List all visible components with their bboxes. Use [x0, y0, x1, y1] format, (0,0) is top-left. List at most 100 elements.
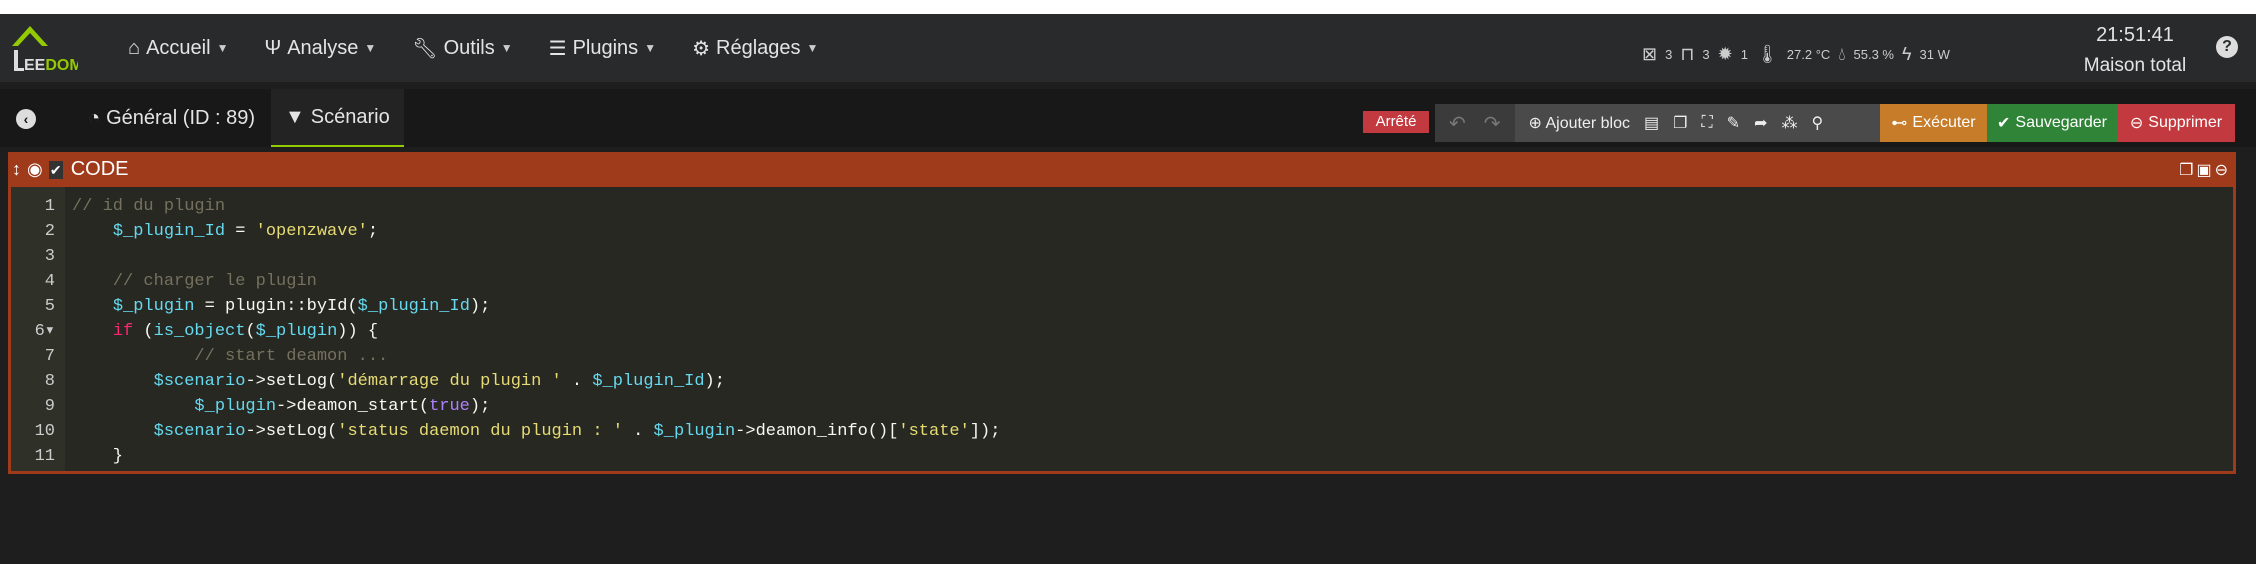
code-token: 'openzwave': [255, 222, 368, 241]
wrench-icon: 🔧︎: [412, 37, 438, 60]
paste-block-icon[interactable]: ▣: [2196, 160, 2211, 180]
code-token: (: [245, 322, 256, 341]
code-line: $scenario->setLog('démarrage du plugin '…: [72, 369, 1000, 394]
code-token: // charger le plugin: [112, 272, 317, 291]
minus-circle-icon: ⊖: [2129, 115, 2144, 132]
code-token: ->deamon_info()[: [735, 422, 899, 441]
code-token: $_plugin_Id: [592, 372, 705, 391]
code-token: }: [72, 447, 124, 466]
redo-icon[interactable]: ↷: [1484, 111, 1501, 136]
code-token: $scenario: [153, 422, 246, 441]
line-number: 11: [34, 447, 55, 466]
navbar: EEDOM ⌂ Accueil ▼ Ψ Analyse ▼ 🔧︎ Outils ▼ ☰ Plu…: [0, 14, 2256, 82]
code-lines: // id du plugin $_plugin_Id = 'openzwave…: [65, 187, 1000, 471]
cubes-icon[interactable]: ⁂: [1781, 113, 1797, 133]
line-number: 8: [44, 372, 55, 391]
code-line: // start deamon ...: [72, 344, 1000, 369]
share-icon[interactable]: ➦: [1754, 113, 1767, 133]
code-token: ;: [367, 222, 379, 241]
code-line: $_plugin->deamon_start(true);: [72, 394, 1000, 419]
edit-icon[interactable]: ✎: [1727, 113, 1740, 133]
code-token: if: [112, 322, 134, 341]
line-number: 4: [44, 272, 55, 291]
code-token: = plugin::byId(: [194, 297, 358, 316]
code-line: $_plugin = plugin::byId($_plugin_Id);: [72, 294, 1000, 319]
caret-down-icon: ▼: [644, 41, 657, 55]
remove-block-icon[interactable]: ⊖: [2215, 160, 2228, 180]
jeedom-logo[interactable]: EEDOM: [8, 20, 83, 76]
back-arrow-icon[interactable]: ‹: [16, 109, 36, 129]
line-number: 10: [34, 422, 55, 441]
copy-block-icon[interactable]: ❐: [2179, 160, 2193, 180]
code-line: $scenario->setLog('status daemon du plug…: [72, 419, 1001, 444]
code-token: // id du plugin: [72, 197, 226, 216]
code-token: ->deamon_start(: [276, 397, 430, 416]
code-token: $_plugin: [653, 422, 736, 441]
tab-scenario[interactable]: ▼ Scénario: [271, 89, 404, 147]
code-token: // start deamon ...: [194, 347, 389, 366]
line-number: 9: [44, 397, 55, 416]
status-summary[interactable]: ⊠ 3 ⊓ 3 ✹ 1 🌡︎ 27.2 °C 💧︎ 55.3 % ϟ 31 W: [1642, 44, 1950, 65]
caret-down-icon: ▼: [500, 41, 513, 55]
code-token: ->setLog(: [245, 372, 338, 391]
thermometer-icon: 🌡︎: [1755, 44, 1779, 64]
line-number: 3: [44, 247, 55, 266]
undo-icon[interactable]: ↶: [1449, 111, 1466, 136]
code-token: .: [622, 422, 654, 441]
line-number: 7: [44, 347, 55, 366]
code-line: }: [72, 444, 1000, 469]
help-icon[interactable]: ?: [2216, 36, 2238, 58]
add-block-button[interactable]: ⊕ Ajouter bloc: [1529, 113, 1630, 133]
code-token: (: [133, 322, 154, 341]
delete-button[interactable]: ⊖ Supprimer: [2117, 104, 2235, 142]
clock-location[interactable]: Maison total: [2060, 55, 2210, 77]
file-icon[interactable]: ▤: [1644, 113, 1659, 133]
copy-icon[interactable]: ❐: [1673, 113, 1687, 133]
caret-down-icon: ▼: [364, 41, 377, 55]
code-editor[interactable]: 1 2 3 4 5 6▾ 7 8 9 10 11 // id du plugin $_plugin_…: [11, 187, 2233, 471]
move-icon[interactable]: ↕: [12, 159, 21, 180]
code-token: );: [469, 397, 491, 416]
shutter-icon: ⊓: [1680, 44, 1695, 64]
code-token: 'démarrage du plugin ': [337, 372, 562, 391]
nav-analyse[interactable]: Ψ Analyse ▼: [264, 37, 376, 60]
drop-icon: 💧︎: [1838, 44, 1846, 64]
nav-accueil[interactable]: ⌂ Accueil ▼: [128, 37, 228, 60]
tab-general[interactable]: ◔ Général (ID : 89): [74, 89, 269, 147]
code-line: // charger le plugin: [72, 269, 1000, 294]
code-line: // id du plugin: [72, 194, 1000, 219]
enable-checkbox[interactable]: ✔: [48, 160, 63, 179]
nav-outils[interactable]: 🔧︎ Outils ▼: [412, 36, 512, 61]
code-token: 'status daemon du plugin : ': [337, 422, 623, 441]
code-token: );: [469, 297, 491, 316]
execute-button[interactable]: ⊷ Exécuter: [1880, 104, 1987, 142]
code-token: $_plugin: [194, 397, 277, 416]
code-token: )) {: [337, 322, 379, 341]
check-circle-icon: ✔: [1996, 115, 2011, 132]
line-number: 6▾: [34, 322, 55, 341]
line-numbers: 1 2 3 4 5 6▾ 7 8 9 10 11: [11, 187, 65, 471]
top-strip: [0, 0, 2256, 14]
expand-icon[interactable]: ⛶: [1701, 114, 1712, 132]
caret-down-icon: ▼: [806, 41, 819, 55]
stethoscope-icon: Ψ: [264, 36, 282, 59]
code-line: if (is_object($_plugin)) {: [72, 319, 1000, 344]
save-button[interactable]: ✔ Sauvegarder: [1987, 104, 2117, 142]
code-token: .: [561, 372, 593, 391]
nav-reglages[interactable]: ⚙ Réglages ▼: [692, 36, 818, 61]
code-block-header: ↕ ◉ ✔ CODE ❐ ▣ ⊖: [8, 152, 2236, 187]
eye-icon[interactable]: ◉: [27, 159, 43, 180]
svg-text:EEDOM: EEDOM: [24, 57, 78, 74]
search-icon[interactable]: ⚲: [1811, 113, 1823, 133]
tasks-icon: ☰: [548, 37, 567, 60]
nav-plugins[interactable]: ☰ Plugins ▼: [549, 36, 656, 61]
toolbar: ↶ ↷ ⊕ Ajouter bloc ▤ ❐ ⛶ ✎ ➦ ⁂ ⚲: [1435, 104, 1880, 142]
code-token: $_plugin_Id: [112, 222, 226, 241]
